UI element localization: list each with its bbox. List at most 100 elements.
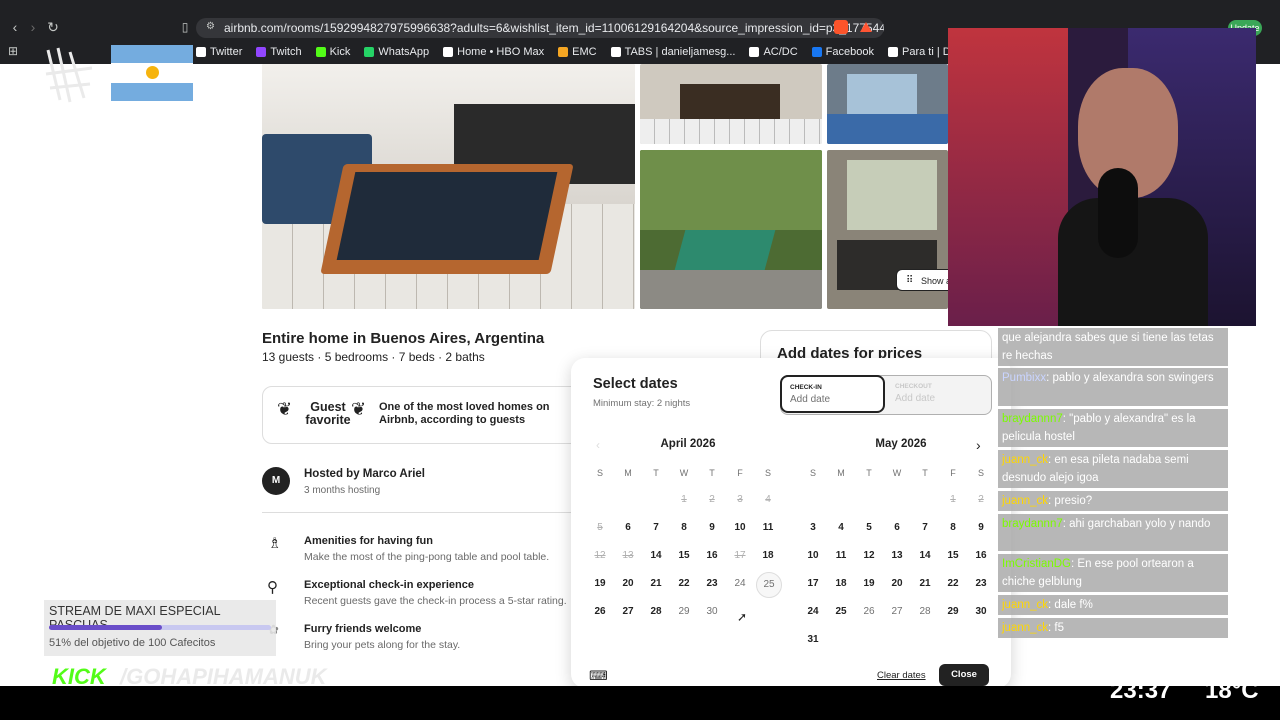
- bookmark-facebook[interactable]: Facebook: [811, 44, 874, 60]
- calendar-day[interactable]: 16: [700, 550, 724, 561]
- bookmark-label: Home • HBO Max: [457, 46, 545, 58]
- forward-icon[interactable]: ›: [24, 18, 42, 36]
- host-name[interactable]: Hosted by Marco Ariel: [304, 468, 425, 480]
- calendar-day[interactable]: 9: [700, 522, 724, 533]
- calendar-day[interactable]: 30: [969, 606, 993, 617]
- calendar-day[interactable]: 21: [644, 578, 668, 589]
- back-icon[interactable]: ‹: [6, 18, 24, 36]
- keyboard-icon[interactable]: ⌨: [589, 668, 608, 684]
- bookmark-hbo[interactable]: Home • HBO Max: [443, 44, 544, 60]
- calendar-day[interactable]: 27: [885, 606, 909, 617]
- guest-favorite-label: Guest favorite: [297, 401, 359, 427]
- calendar-day[interactable]: 3: [801, 522, 825, 533]
- calendar-day[interactable]: 7: [913, 522, 937, 533]
- calendar-day[interactable]: 20: [885, 578, 909, 589]
- calendar-day[interactable]: 31: [801, 634, 825, 645]
- calendar-day[interactable]: 15: [672, 550, 696, 561]
- chat-message: juann_ck: f5: [998, 618, 1228, 638]
- calendar-day[interactable]: 15: [941, 550, 965, 561]
- calendar-day[interactable]: 18: [756, 550, 780, 561]
- calendar-day[interactable]: 19: [857, 578, 881, 589]
- red-light: [948, 28, 1068, 326]
- calendar-day[interactable]: 27: [616, 606, 640, 617]
- guest-favorite-line2: favorite: [305, 413, 351, 427]
- photo-dining[interactable]: [640, 64, 822, 144]
- bookmark-twitch[interactable]: Twitch: [256, 44, 302, 60]
- amenity-title: Amenities for having fun: [304, 535, 433, 547]
- reload-icon[interactable]: ↻: [44, 18, 62, 36]
- site-info-icon[interactable]: ⚙: [206, 21, 216, 33]
- bookmark-star-icon[interactable]: ▯: [176, 18, 194, 36]
- main-photo-pool-table[interactable]: [262, 64, 635, 309]
- calendar-day[interactable]: 23: [969, 578, 993, 589]
- calendar-day[interactable]: 10: [801, 550, 825, 561]
- calendar-day[interactable]: 6: [616, 522, 640, 533]
- clear-dates-button[interactable]: Clear dates: [877, 670, 926, 681]
- calendar-day[interactable]: 13: [885, 550, 909, 561]
- calendar-day[interactable]: 7: [644, 522, 668, 533]
- calendar-day[interactable]: 14: [913, 550, 937, 561]
- brave-shield-icon[interactable]: [834, 20, 848, 34]
- chat-username[interactable]: braydannn7: [1002, 518, 1063, 530]
- bookmark-acdc[interactable]: AC/DC: [749, 44, 798, 60]
- bookmark-tabs[interactable]: TABS | danieljamesg...: [610, 44, 735, 60]
- chat-username[interactable]: juann_ck: [1002, 622, 1048, 634]
- calendar-day[interactable]: 8: [672, 522, 696, 533]
- calendar-day[interactable]: 26: [588, 606, 612, 617]
- calendar-day[interactable]: 14: [644, 550, 668, 561]
- address-bar[interactable]: airbnb.com/rooms/1592994827975996638?adu…: [196, 18, 884, 38]
- guest-favorite-banner[interactable]: ❦ Guest favorite ❦ One of the most loved…: [262, 386, 582, 444]
- host-avatar[interactable]: M: [262, 467, 290, 495]
- calendar-day[interactable]: 8: [941, 522, 965, 533]
- calendar-day[interactable]: 29: [672, 606, 696, 617]
- bookmark-x[interactable]: Twitter: [196, 44, 242, 60]
- chat-username[interactable]: Pumbixx: [1002, 372, 1046, 384]
- bookmark-kick[interactable]: Kick: [315, 44, 350, 60]
- calendar-day[interactable]: 18: [829, 578, 853, 589]
- calendar-day[interactable]: 22: [941, 578, 965, 589]
- calendar-day[interactable]: 19: [588, 578, 612, 589]
- calendar-day[interactable]: 11: [829, 550, 853, 561]
- chat-username[interactable]: juann_ck: [1002, 495, 1048, 507]
- brave-rewards-icon[interactable]: [860, 22, 872, 32]
- bookmark-emc[interactable]: EMC: [558, 44, 597, 60]
- chat-username[interactable]: braydannn7: [1002, 413, 1063, 425]
- calendar-day[interactable]: 22: [672, 578, 696, 589]
- laurel-right-icon: ❦: [351, 399, 367, 419]
- calendar-day: 12: [594, 550, 606, 561]
- calendar-day[interactable]: 21: [913, 578, 937, 589]
- stream-chat: que alejandra sabes que si tiene las tet…: [998, 328, 1228, 640]
- close-button[interactable]: Close: [939, 664, 989, 686]
- calendar-day[interactable]: 29: [941, 606, 965, 617]
- calendar-day[interactable]: 25: [829, 606, 853, 617]
- calendar-day[interactable]: 4: [829, 522, 853, 533]
- calendar-day[interactable]: 28: [913, 606, 937, 617]
- calendar-day[interactable]: 23: [700, 578, 724, 589]
- amenity-desc: Recent guests gave the check-in process …: [304, 595, 567, 607]
- calendar-day[interactable]: 16: [969, 550, 993, 561]
- chat-username[interactable]: juann_ck: [1002, 454, 1048, 466]
- calendar-day[interactable]: 24: [801, 606, 825, 617]
- calendar-day[interactable]: 5: [857, 522, 881, 533]
- calendar-day[interactable]: 20: [616, 578, 640, 589]
- apps-grid-icon[interactable]: ⊞: [8, 44, 18, 58]
- calendar-day[interactable]: 12: [857, 550, 881, 561]
- month-title: May 2026: [875, 438, 927, 450]
- show-all-photos-button[interactable]: ⠿ Show a: [896, 269, 956, 291]
- calendar-day[interactable]: 17: [801, 578, 825, 589]
- calendar-day[interactable]: 26: [857, 606, 881, 617]
- photo-ping-pong[interactable]: [640, 150, 822, 309]
- calendar-day[interactable]: 10: [728, 522, 752, 533]
- calendar-day[interactable]: 25: [756, 572, 782, 598]
- calendar-day[interactable]: 9: [969, 522, 993, 533]
- calendar-day[interactable]: 28: [644, 606, 668, 617]
- photo-bedroom-window[interactable]: [827, 64, 948, 144]
- calendar-day[interactable]: 24: [728, 578, 752, 589]
- bookmark-whatsapp[interactable]: WhatsApp: [364, 44, 429, 60]
- chat-username[interactable]: juann_ck: [1002, 599, 1048, 611]
- calendar-day[interactable]: 30: [700, 606, 724, 617]
- calendar-day[interactable]: 11: [756, 522, 780, 533]
- calendar-day[interactable]: 6: [885, 522, 909, 533]
- chat-username[interactable]: ImCristianDG: [1002, 558, 1071, 570]
- amenity-pets: Furry friends welcome Bring your pets al…: [304, 623, 460, 651]
